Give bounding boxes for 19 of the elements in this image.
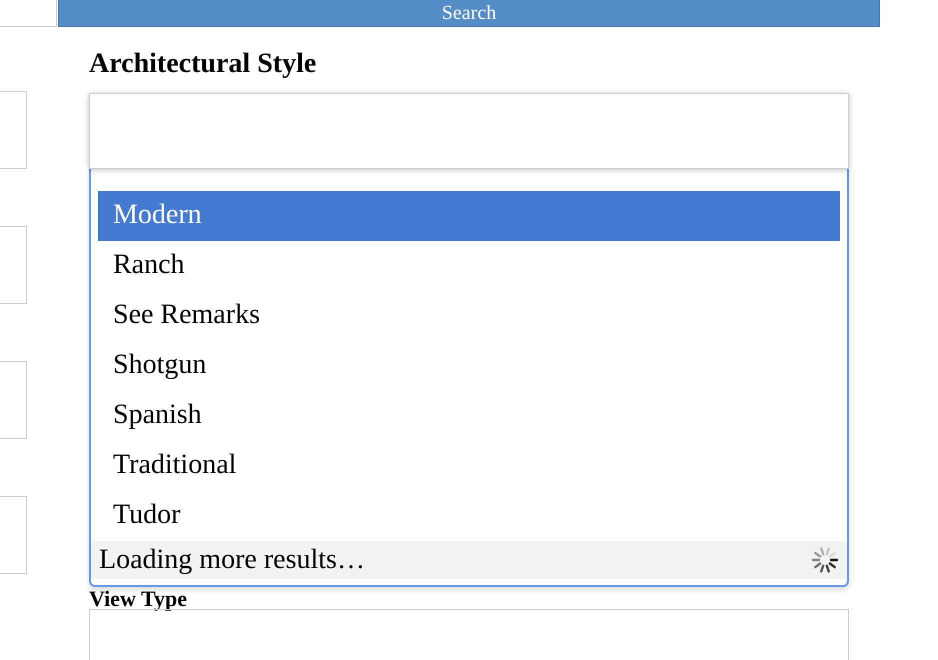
dropdown-option[interactable]: Tudor <box>98 491 840 541</box>
input-field[interactable] <box>0 361 27 439</box>
field-label: View Type <box>89 589 188 609</box>
input-field[interactable] <box>0 91 27 169</box>
dropdown-option[interactable]: Ranch <box>98 241 840 291</box>
dropdown-option[interactable]: Spanish <box>98 391 840 441</box>
input-field[interactable] <box>0 226 27 304</box>
dropdown-option[interactable]: Modern <box>98 191 840 241</box>
button[interactable] <box>0 0 57 27</box>
dropdown-option[interactable]: Shotgun <box>98 341 840 391</box>
dropdown-option[interactable]: Traditional <box>98 441 840 491</box>
dropdown-option[interactable]: See Remarks <box>98 291 840 341</box>
search-field[interactable] <box>89 93 849 169</box>
input-field[interactable] <box>89 609 849 660</box>
search-button[interactable]: Search <box>58 0 880 27</box>
loading-text: Loading more results… <box>99 543 365 577</box>
input-field[interactable] <box>0 496 27 574</box>
field-label: Architectural Style <box>89 47 318 81</box>
spinner-icon <box>811 546 839 574</box>
